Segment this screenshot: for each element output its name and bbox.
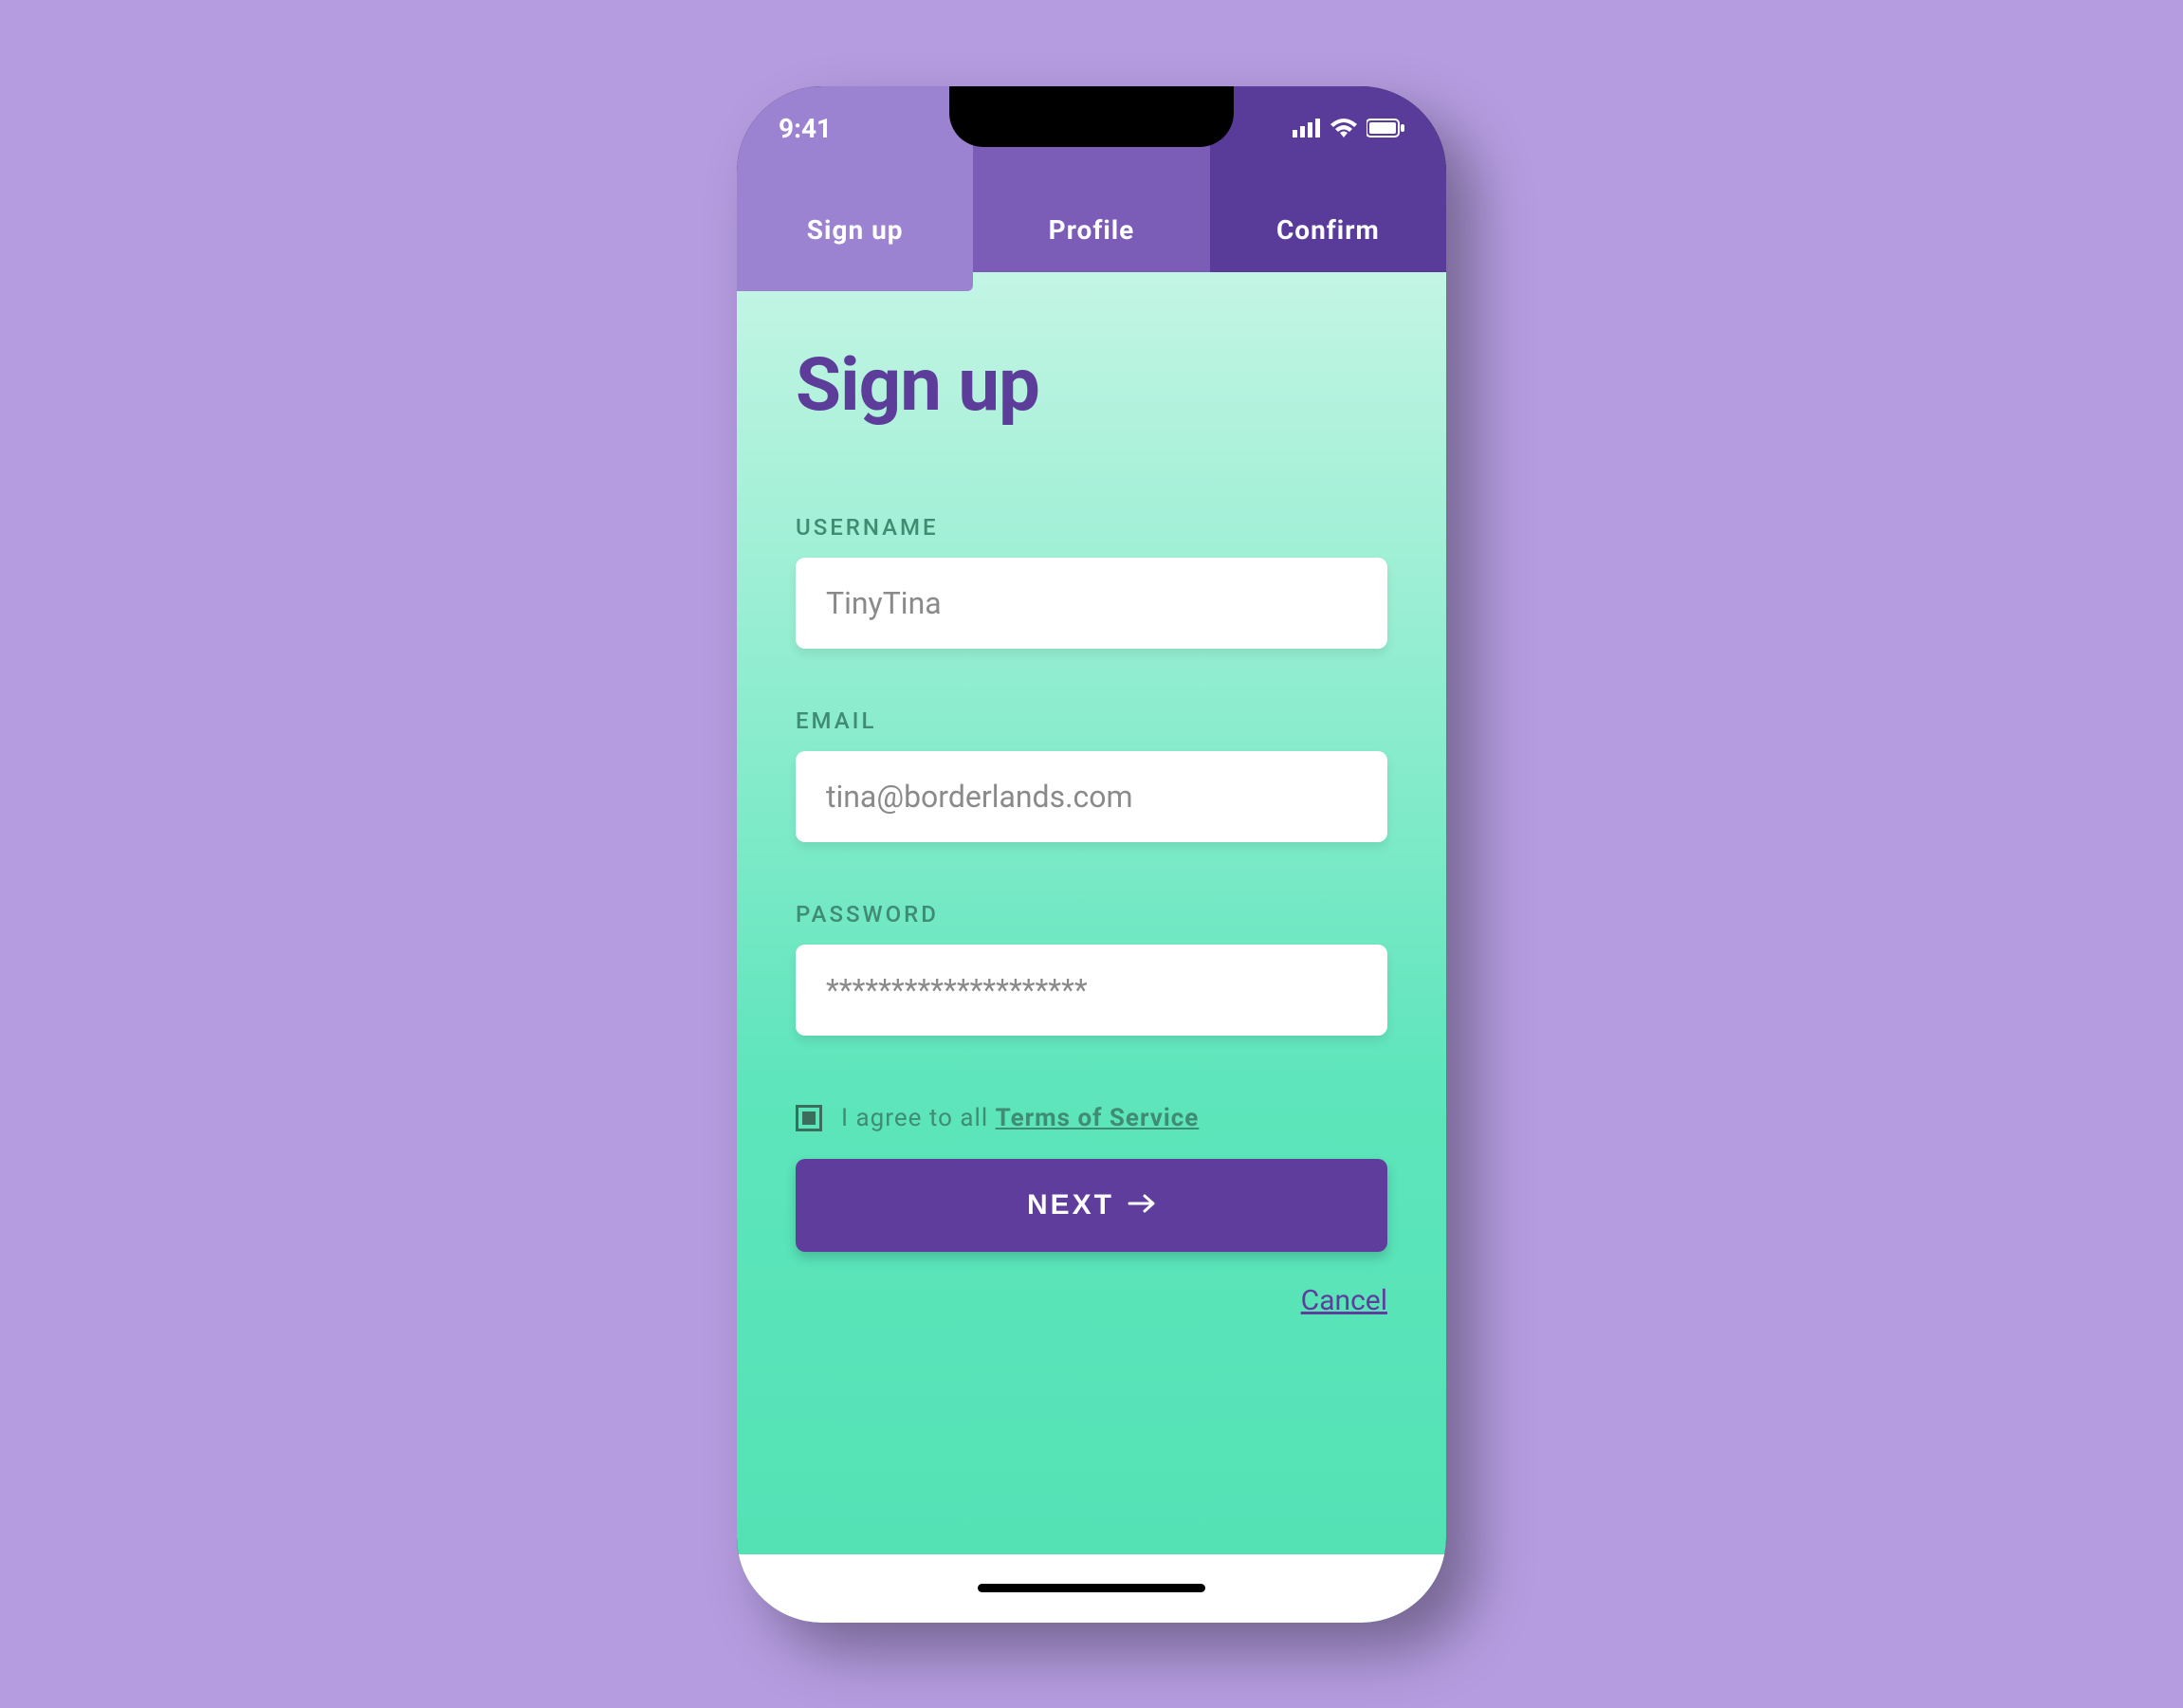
tos-row: I agree to all Terms of Service xyxy=(796,1104,1387,1132)
status-time: 9:41 xyxy=(779,113,832,144)
tab-label: Sign up xyxy=(807,214,904,246)
cancel-link[interactable]: Cancel xyxy=(796,1284,1387,1317)
password-input[interactable] xyxy=(796,945,1387,1036)
username-field-group: USERNAME xyxy=(796,514,1387,707)
wifi-icon xyxy=(1330,113,1357,144)
active-tab-indicator xyxy=(737,272,973,291)
page-title: Sign up xyxy=(796,342,1387,429)
email-label: EMAIL xyxy=(796,707,1387,734)
next-button[interactable]: NEXT xyxy=(796,1159,1387,1252)
home-indicator[interactable] xyxy=(978,1584,1205,1592)
tab-label: Profile xyxy=(1049,214,1135,246)
device-notch xyxy=(949,86,1234,147)
tos-text: I agree to all Terms of Service xyxy=(841,1104,1199,1132)
tos-link[interactable]: Terms of Service xyxy=(996,1104,1200,1132)
next-button-label: NEXT xyxy=(1027,1189,1114,1221)
phone-frame: 9:41 xyxy=(737,86,1446,1623)
email-field-group: EMAIL xyxy=(796,707,1387,901)
battery-icon xyxy=(1367,113,1404,144)
tos-agree-text: I agree to all xyxy=(841,1104,996,1132)
password-field-group: PASSWORD xyxy=(796,901,1387,1104)
username-label: USERNAME xyxy=(796,514,1387,541)
arrow-right-icon xyxy=(1128,1189,1156,1221)
email-input[interactable] xyxy=(796,751,1387,842)
signal-icon xyxy=(1293,113,1321,144)
home-bar xyxy=(737,1554,1446,1623)
content-area: Sign up USERNAME EMAIL PASSWORD I agree … xyxy=(737,272,1446,1623)
tab-label: Confirm xyxy=(1276,214,1380,246)
checkbox-checked-icon xyxy=(802,1111,816,1125)
username-input[interactable] xyxy=(796,558,1387,649)
tos-checkbox[interactable] xyxy=(796,1105,822,1131)
password-label: PASSWORD xyxy=(796,901,1387,927)
